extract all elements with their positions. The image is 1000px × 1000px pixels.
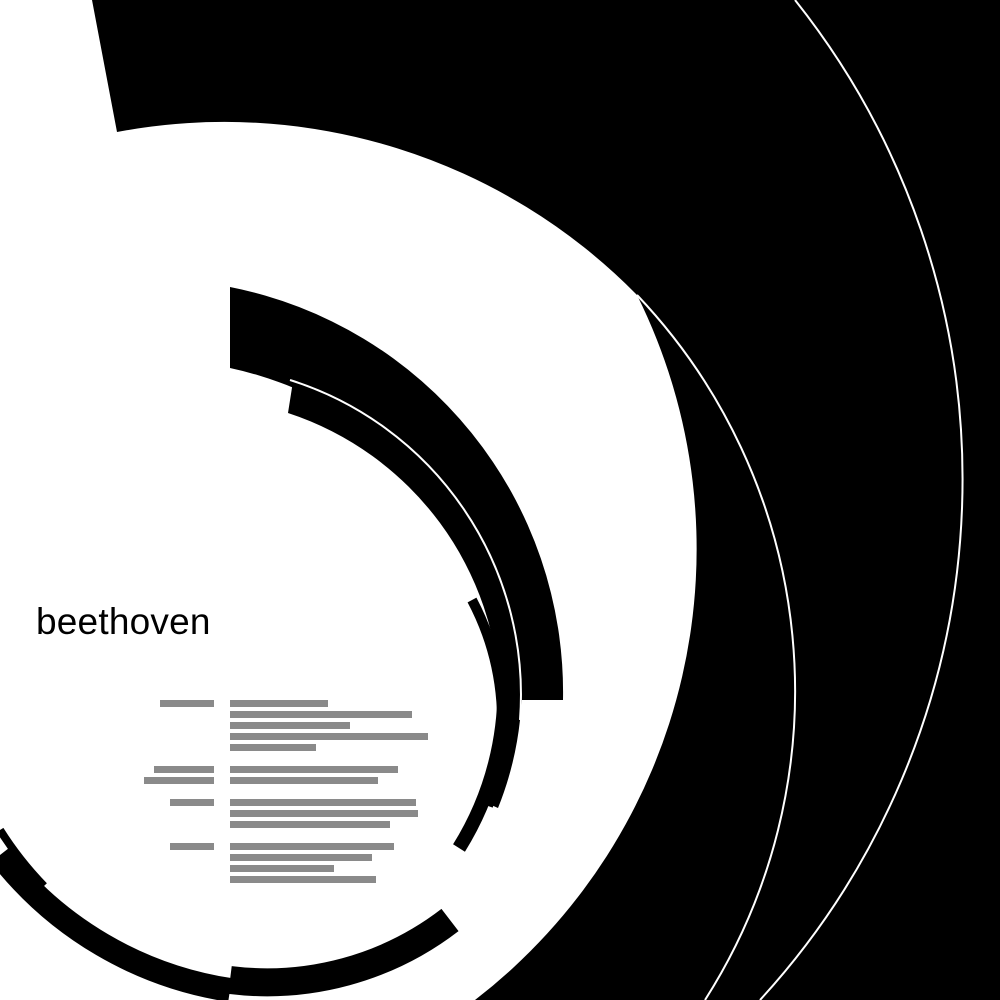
placeholder-line: [230, 810, 418, 817]
placeholder-label: [160, 700, 214, 707]
placeholder-label: [154, 766, 214, 773]
placeholder-line: [230, 733, 428, 740]
placeholder-line: [230, 744, 316, 751]
placeholder-line: [230, 865, 334, 872]
outer-black-sweep: [92, 0, 1000, 1000]
concentric-arc-artwork: [0, 0, 1000, 1000]
poster-canvas: beethoven: [0, 0, 1000, 1000]
placeholder-line: [230, 876, 376, 883]
placeholder-line: [230, 722, 350, 729]
placeholder-text-column: [230, 700, 428, 883]
placeholder-line: [230, 854, 372, 861]
arc-lower-right-segment: [228, 908, 459, 997]
placeholder-line: [230, 799, 416, 806]
placeholder-label-column: [144, 700, 214, 850]
placeholder-line: [230, 821, 390, 828]
poster-title: beethoven: [36, 601, 211, 642]
placeholder-label: [170, 843, 214, 850]
placeholder-line: [230, 711, 412, 718]
placeholder-line: [230, 843, 394, 850]
placeholder-label: [144, 777, 214, 784]
placeholder-line: [230, 777, 378, 784]
placeholder-line: [230, 766, 398, 773]
placeholder-line: [230, 700, 328, 707]
placeholder-label: [170, 799, 214, 806]
